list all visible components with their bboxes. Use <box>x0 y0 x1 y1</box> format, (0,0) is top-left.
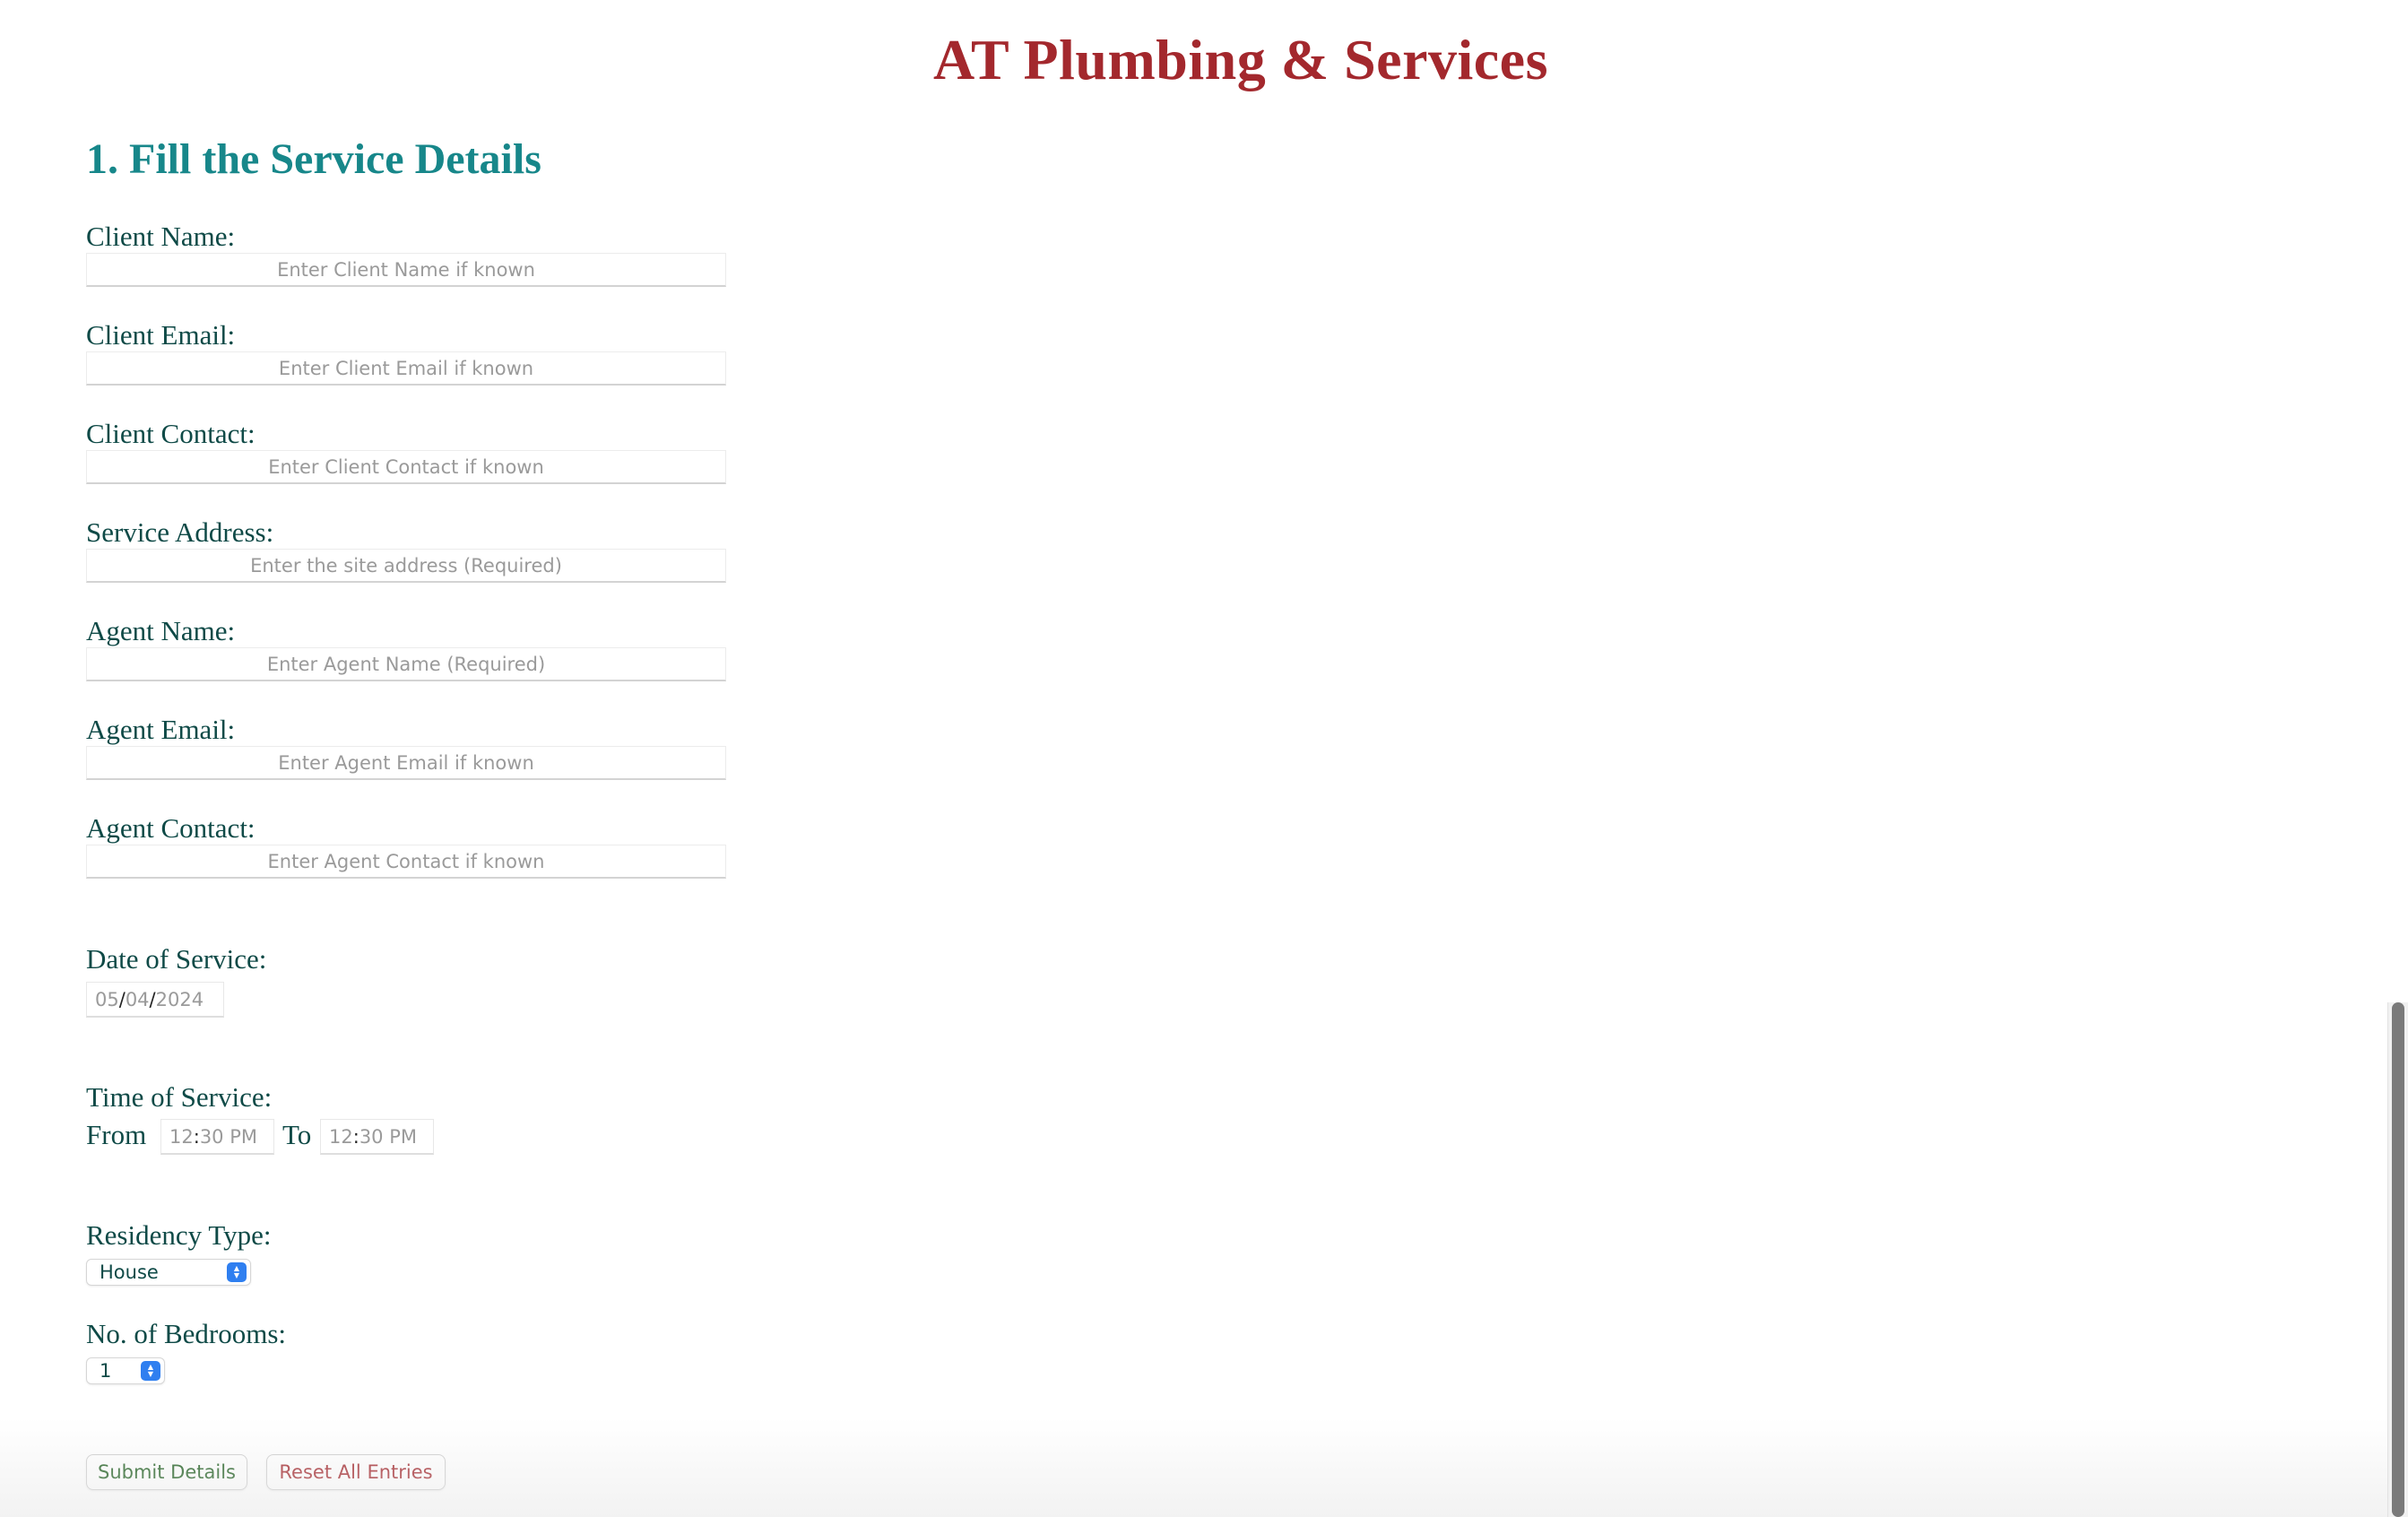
time-separator: : <box>193 1125 200 1148</box>
date-year[interactable]: 2024 <box>156 989 204 1010</box>
bedrooms-label: No. of Bedrooms: <box>86 1318 287 1349</box>
submit-details-button[interactable]: Submit Details <box>86 1454 247 1490</box>
client-name-input[interactable] <box>86 253 726 287</box>
time-from-minute[interactable]: 30 <box>200 1126 224 1148</box>
section-title: 1. Fill the Service Details <box>86 135 541 183</box>
bedrooms-select[interactable]: 1 ▲ ▼ <box>86 1357 165 1384</box>
time-to-period[interactable]: PM <box>389 1126 417 1148</box>
vertical-scrollbar[interactable] <box>2387 1002 2408 1517</box>
date-of-service-input[interactable]: 05/04/2024 <box>86 982 224 1018</box>
client-email-input[interactable] <box>86 351 726 386</box>
date-separator: / <box>118 988 126 1010</box>
agent-contact-input[interactable] <box>86 845 726 879</box>
client-contact-input[interactable] <box>86 450 726 484</box>
agent-email-label: Agent Email: <box>86 714 236 745</box>
time-from-hour[interactable]: 12 <box>169 1126 194 1148</box>
agent-name-label: Agent Name: <box>86 615 236 646</box>
client-contact-label: Client Contact: <box>86 418 256 449</box>
time-separator: : <box>352 1125 359 1148</box>
service-address-input[interactable] <box>86 549 726 583</box>
agent-contact-label: Agent Contact: <box>86 812 256 844</box>
time-to-hour[interactable]: 12 <box>329 1126 353 1148</box>
date-separator: / <box>149 988 156 1010</box>
time-of-service-label: Time of Service: <box>86 1081 273 1113</box>
time-to-input[interactable]: 12:30 PM <box>320 1119 434 1155</box>
time-from-input[interactable]: 12:30 PM <box>160 1119 274 1155</box>
date-day[interactable]: 04 <box>126 989 150 1010</box>
reset-all-entries-button[interactable]: Reset All Entries <box>266 1454 446 1490</box>
bedrooms-value: 1 <box>100 1360 112 1382</box>
time-to-label: To <box>282 1119 312 1150</box>
time-from-period[interactable]: PM <box>230 1126 257 1148</box>
chevron-up-down-icon: ▲ ▼ <box>141 1361 160 1381</box>
page-title: AT Plumbing & Services <box>933 28 1548 91</box>
chevron-up-down-icon: ▲ ▼ <box>227 1262 247 1282</box>
residency-type-value: House <box>100 1261 159 1283</box>
agent-email-input[interactable] <box>86 746 726 780</box>
date-of-service-label: Date of Service: <box>86 943 267 975</box>
residency-type-select[interactable]: House ▲ ▼ <box>86 1259 251 1286</box>
scrollbar-thumb[interactable] <box>2392 1002 2404 1517</box>
residency-type-label: Residency Type: <box>86 1219 272 1251</box>
service-address-label: Service Address: <box>86 516 274 548</box>
time-to-minute[interactable]: 30 <box>359 1126 384 1148</box>
agent-name-input[interactable] <box>86 647 726 681</box>
date-month[interactable]: 05 <box>95 989 119 1010</box>
client-email-label: Client Email: <box>86 319 236 351</box>
client-name-label: Client Name: <box>86 221 236 252</box>
time-from-label: From <box>86 1119 147 1150</box>
